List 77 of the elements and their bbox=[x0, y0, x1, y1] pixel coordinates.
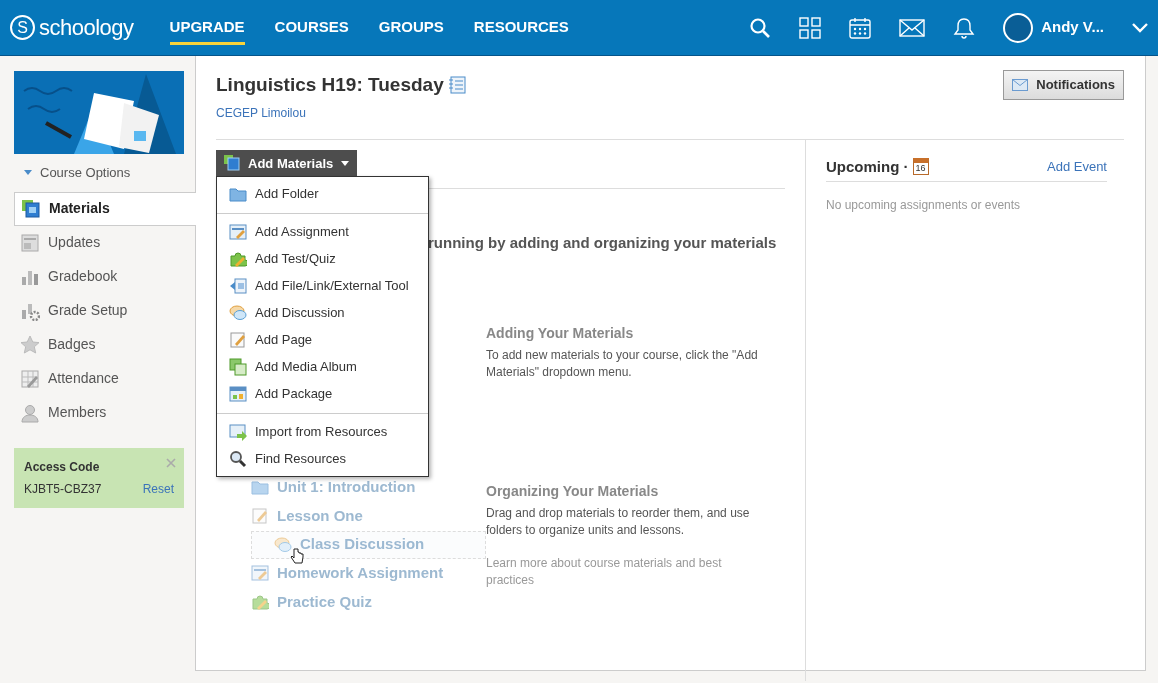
menu-item[interactable]: Add Folder bbox=[217, 180, 428, 208]
menu-item[interactable]: Add Package bbox=[217, 380, 428, 408]
empty-state-heading: running by adding and organizing your materials bbox=[428, 233, 778, 253]
notebook-icon[interactable] bbox=[447, 76, 466, 95]
calendar-icon[interactable]: 16 bbox=[912, 158, 929, 176]
form-icon bbox=[251, 564, 269, 582]
menu-item[interactable]: Import from Resources bbox=[217, 418, 428, 446]
user-menu[interactable]: Andy V... bbox=[1003, 12, 1148, 43]
section-title: Adding Your Materials bbox=[486, 323, 635, 343]
sidebar-item[interactable]: Materials bbox=[14, 191, 196, 226]
puzzle-icon bbox=[251, 593, 269, 611]
form-icon bbox=[229, 223, 247, 241]
list-item: Lesson One bbox=[251, 501, 486, 531]
package-icon bbox=[229, 385, 247, 403]
logo-text[interactable]: schoology bbox=[39, 11, 134, 44]
puzzle-icon bbox=[229, 250, 247, 268]
magnifier-icon bbox=[229, 450, 247, 468]
sidebar-item[interactable]: Updates bbox=[14, 225, 196, 260]
menu-item[interactable]: Add Test/Quiz bbox=[217, 245, 428, 273]
add-materials-button[interactable]: Add Materials bbox=[216, 149, 358, 177]
sidebar-item[interactable]: Members bbox=[14, 395, 196, 430]
speech-bubbles-icon bbox=[229, 304, 247, 322]
materials-icon bbox=[21, 198, 41, 219]
nav-link[interactable]: GROUPS bbox=[378, 10, 444, 45]
caret-icon bbox=[24, 170, 32, 176]
nav-link[interactable]: COURSES bbox=[274, 10, 349, 45]
sidebar-item[interactable]: Grade Setup bbox=[14, 293, 196, 328]
updates-icon bbox=[20, 232, 40, 253]
sidebar-item[interactable]: Badges bbox=[14, 327, 196, 362]
sidebar-item[interactable]: Attendance bbox=[14, 361, 196, 396]
section-text: Drag and drop materials to reorder them, and use folders to organize units and lessons. bbox=[486, 504, 751, 539]
course-options-toggle[interactable]: Course Options bbox=[14, 154, 195, 192]
access-code-title: Access Code bbox=[24, 458, 100, 476]
album-icon bbox=[229, 358, 247, 376]
speech-bubbles-icon bbox=[274, 535, 292, 554]
menu-item[interactable]: Add File/Link/External Tool bbox=[217, 272, 428, 300]
bell-icon[interactable] bbox=[953, 16, 976, 39]
menu-item[interactable]: Add Media Album bbox=[217, 353, 428, 381]
section-text: To add new materials to your course, click the "Add Materials" dropdown menu. bbox=[486, 346, 759, 381]
grid-pencil-icon bbox=[20, 368, 40, 389]
mail-icon bbox=[1012, 78, 1029, 91]
sidebar-item[interactable]: Gradebook bbox=[14, 259, 196, 294]
import-icon bbox=[229, 423, 247, 441]
list-item: Homework Assignment bbox=[251, 558, 486, 588]
add-event-link[interactable]: Add Event bbox=[1047, 157, 1107, 177]
empty-message: No upcoming assignments or events bbox=[826, 197, 1022, 214]
notifications-button[interactable]: Notifications bbox=[1003, 70, 1124, 100]
menu-item[interactable]: Add Assignment bbox=[217, 218, 428, 246]
nav-link[interactable]: RESOURCES bbox=[473, 10, 569, 45]
school-link[interactable]: CEGEP Limoilou bbox=[216, 103, 466, 122]
materials-icon bbox=[224, 155, 240, 172]
page-pencil-icon bbox=[229, 331, 247, 349]
calendar-icon[interactable] bbox=[849, 16, 872, 39]
upcoming-title: Upcoming · bbox=[826, 156, 909, 177]
menu-item[interactable]: Add Discussion bbox=[217, 299, 428, 327]
list-item: Practice Quiz bbox=[251, 587, 486, 617]
section-title: Organizing Your Materials bbox=[486, 481, 660, 501]
folder-icon bbox=[229, 185, 247, 203]
person-icon bbox=[20, 402, 40, 423]
chevron-down-icon[interactable] bbox=[1132, 22, 1148, 33]
file-link-icon bbox=[229, 277, 247, 295]
star-icon bbox=[20, 334, 40, 355]
course-title: Linguistics H19: Tuesday bbox=[216, 73, 444, 97]
nav-link[interactable]: UPGRADE bbox=[169, 10, 245, 45]
menu-item[interactable]: Find Resources bbox=[217, 445, 428, 473]
apps-grid-icon[interactable] bbox=[799, 16, 822, 39]
menu-item[interactable]: Add Page bbox=[217, 326, 428, 354]
access-code: KJBT5-CBZ37 bbox=[24, 481, 102, 498]
hand-cursor-icon bbox=[290, 547, 304, 564]
page-pencil-icon bbox=[251, 507, 269, 525]
reset-link[interactable]: Reset bbox=[142, 480, 174, 498]
search-icon[interactable] bbox=[749, 16, 772, 39]
caret-icon bbox=[341, 160, 350, 166]
logo-icon[interactable]: S bbox=[10, 15, 35, 40]
avatar bbox=[1003, 12, 1034, 43]
list-item: Unit 1: Introduction bbox=[251, 472, 486, 502]
mail-icon[interactable] bbox=[899, 17, 926, 38]
